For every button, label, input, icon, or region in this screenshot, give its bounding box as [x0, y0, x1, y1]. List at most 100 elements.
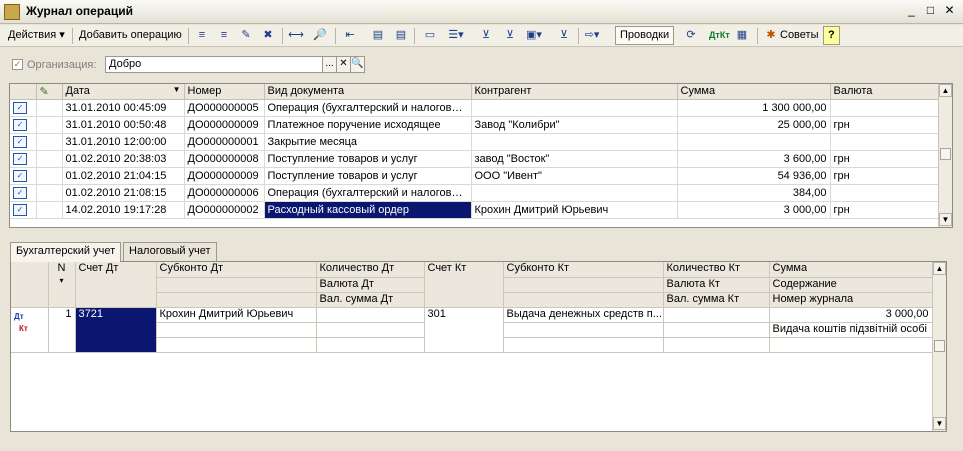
row-date[interactable]: 31.01.2010 12:00:00: [62, 133, 185, 151]
row-date[interactable]: 01.02.2010 20:38:03: [62, 150, 185, 168]
row-icon-cell[interactable]: ✓: [10, 201, 37, 219]
posting-sum[interactable]: 3 000,00: [769, 307, 933, 323]
header-n[interactable]: N ▾: [48, 262, 76, 308]
row-doc-type[interactable]: Расходный кассовый ордер: [263, 201, 472, 219]
maximize-button[interactable]: □: [922, 4, 939, 19]
row-icon-cell[interactable]: ✓: [10, 184, 37, 202]
row-doc-type[interactable]: Поступление товаров и услуг: [264, 150, 472, 168]
row-counterparty[interactable]: [471, 99, 678, 117]
filter-icon[interactable]: ⊻: [478, 28, 494, 43]
header-sum[interactable]: Сумма: [677, 84, 831, 100]
row-icon-cell[interactable]: ✓: [10, 99, 37, 117]
header-number[interactable]: Номер: [184, 84, 265, 100]
header-journal-no[interactable]: Номер журнала: [769, 292, 933, 308]
row-number[interactable]: ДО000000005: [184, 99, 265, 117]
table-row[interactable]: ✓ 31.01.2010 00:50:48 ДО000000009 Платежное…: [10, 116, 940, 134]
table-row[interactable]: ✓ 31.01.2010 12:00:00 ДО000000001 Закрытие …: [10, 133, 940, 151]
posting-account-kt[interactable]: 301: [424, 307, 504, 353]
row-doc-type[interactable]: Операция (бухгалтерский и налоговы...: [264, 99, 472, 117]
header-sum[interactable]: Сумма: [769, 262, 933, 278]
row-doc-type[interactable]: Поступление товаров и услуг: [264, 167, 472, 185]
filter-list-icon[interactable]: ⊻: [502, 28, 518, 43]
row-currency[interactable]: грн: [830, 116, 940, 134]
row-counterparty[interactable]: ООО "Ивент": [471, 167, 678, 185]
postings-button[interactable]: Проводки: [615, 26, 675, 45]
table-row[interactable]: ✓ 01.02.2010 21:08:15 ДО000000006 Операция …: [10, 184, 940, 202]
posting-subconto-kt[interactable]: Выдача денежных средств п...: [503, 307, 664, 323]
posting-qty-kt[interactable]: [663, 307, 770, 323]
header-doc-type[interactable]: Вид документа: [264, 84, 472, 100]
tab-accounting[interactable]: Бухгалтерский учет: [10, 242, 122, 262]
refresh-icon[interactable]: ⟳: [683, 28, 699, 43]
row-date[interactable]: 31.01.2010 00:45:09: [62, 99, 185, 117]
row-counterparty[interactable]: Завод "Колибри": [471, 116, 678, 134]
posting-account-dt[interactable]: 3721: [75, 307, 157, 353]
add-row-icon[interactable]: ≡: [194, 28, 210, 43]
row-currency[interactable]: [830, 133, 940, 151]
row-date[interactable]: 31.01.2010 00:50:48: [62, 116, 185, 134]
row-attach-cell[interactable]: [36, 150, 63, 168]
tips-button[interactable]: Советы: [775, 26, 823, 45]
row-currency[interactable]: [830, 184, 940, 202]
interval-icon[interactable]: ⟷: [288, 28, 304, 43]
row-number[interactable]: ДО000000008: [184, 150, 265, 168]
table-row[interactable]: ✓ 14.02.2010 19:17:28 ДО000000002 Расходный…: [10, 201, 940, 219]
structure-icon[interactable]: ☰▾: [448, 28, 464, 43]
header-currency[interactable]: Валюта: [830, 84, 940, 100]
row-attach-cell[interactable]: [36, 99, 63, 117]
row-sum[interactable]: [677, 133, 831, 151]
scroll-thumb[interactable]: [940, 148, 951, 160]
row-counterparty[interactable]: [471, 133, 678, 151]
dt-kt-icon[interactable]: ДтКт: [709, 28, 730, 43]
table-row[interactable]: ✓ 01.02.2010 20:38:03 ДО000000008 Поступлен…: [10, 150, 940, 168]
filter-history-icon[interactable]: ▣▾: [526, 28, 542, 43]
operations-table[interactable]: ✎ Дата ▼ Номер Вид документа Контрагент С…: [9, 83, 953, 228]
header-subconto-dt[interactable]: Субконто Дт: [156, 262, 317, 278]
clear-button[interactable]: ✕: [336, 56, 351, 73]
move-left-icon[interactable]: ⇤: [342, 28, 358, 43]
row-number[interactable]: ДО000000006: [184, 184, 265, 202]
posting-qty-dt[interactable]: [316, 307, 425, 323]
row-attach-cell[interactable]: [36, 167, 63, 185]
header-cur-sum-kt[interactable]: Вал. сумма Кт: [663, 292, 770, 308]
row-number[interactable]: ДО000000009: [184, 116, 265, 134]
row-date[interactable]: 01.02.2010 21:08:15: [62, 184, 185, 202]
header-account-kt[interactable]: Счет Кт: [424, 262, 504, 308]
row-icon-cell[interactable]: ✓: [10, 133, 37, 151]
add-subrow-icon[interactable]: ≡: [216, 28, 232, 43]
row-doc-type[interactable]: Операция (бухгалтерский и налоговы...: [264, 184, 472, 202]
row-date[interactable]: 01.02.2010 21:04:15: [62, 167, 185, 185]
find-icon[interactable]: 🔎: [312, 28, 328, 43]
actions-menu[interactable]: Действия ▾: [3, 26, 70, 45]
header-qty-dt[interactable]: Количество Дт: [316, 262, 425, 278]
scroll-up-button[interactable]: ▲: [939, 84, 952, 97]
posting-n[interactable]: 1: [48, 307, 76, 353]
organization-checkbox[interactable]: ✓: [12, 59, 23, 70]
posting-journal-no[interactable]: [769, 337, 933, 353]
output-icon[interactable]: ⇨▾: [584, 28, 600, 43]
row-icon-cell[interactable]: ✓: [10, 167, 37, 185]
edit-row-icon[interactable]: ✎: [238, 28, 254, 43]
row-sum[interactable]: 25 000,00: [677, 116, 831, 134]
row-sum[interactable]: 54 936,00: [677, 167, 831, 185]
header-subconto-kt[interactable]: Субконто Кт: [503, 262, 664, 278]
post-icon[interactable]: ▤: [370, 28, 386, 43]
header-counterparty[interactable]: Контрагент: [471, 84, 678, 100]
scroll-up-button[interactable]: ▲: [933, 262, 946, 275]
row-date[interactable]: 14.02.2010 19:17:28: [62, 201, 185, 219]
row-sum[interactable]: 1 300 000,00: [677, 99, 831, 117]
row-currency[interactable]: [830, 99, 940, 117]
help-button[interactable]: ?: [823, 26, 840, 45]
row-sum[interactable]: 3 600,00: [677, 150, 831, 168]
row-attach-cell[interactable]: [36, 184, 63, 202]
row-doc-type[interactable]: Закрытие месяца: [264, 133, 472, 151]
row-attach-cell[interactable]: [36, 116, 63, 134]
header-currency-dt[interactable]: Валюта Дт: [316, 277, 425, 293]
row-icon-cell[interactable]: ✓: [10, 116, 37, 134]
search-icon[interactable]: 🔍: [350, 56, 365, 73]
table-row[interactable]: ✓ 31.01.2010 00:45:09 ДО000000005 Операция …: [10, 99, 940, 117]
header-content[interactable]: Содержание: [769, 277, 933, 293]
tab-tax[interactable]: Налоговый учет: [123, 242, 217, 261]
mark-icon[interactable]: ▭: [422, 28, 438, 43]
delete-row-icon[interactable]: ✖: [260, 28, 276, 43]
